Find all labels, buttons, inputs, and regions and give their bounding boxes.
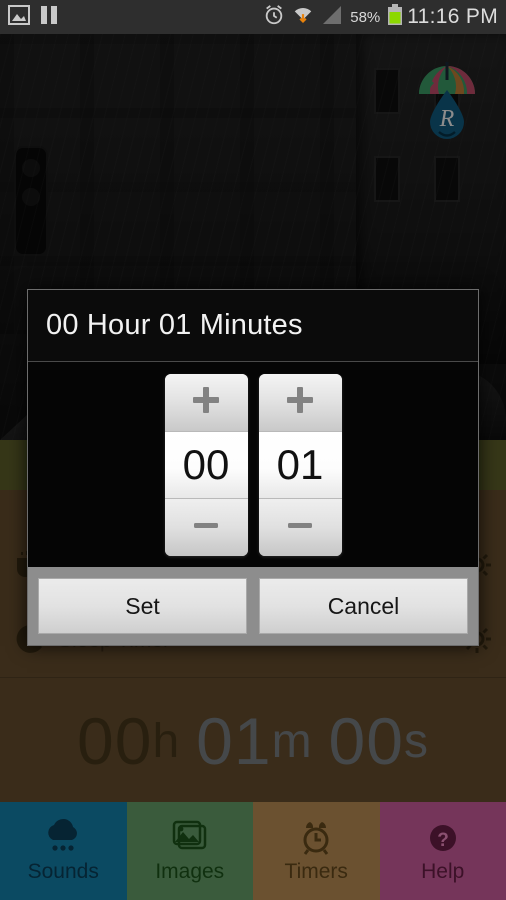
rain-cloud-icon bbox=[42, 818, 84, 856]
time-picker-dialog: 00 Hour 01 Minutes 00 01 Set Cancel bbox=[27, 289, 479, 646]
status-bar-right-icons: 58% bbox=[263, 3, 403, 31]
alarm-clock-icon bbox=[295, 818, 337, 856]
wifi-download-icon bbox=[292, 4, 314, 31]
question-circle-icon: ? bbox=[422, 818, 464, 856]
cancel-button[interactable]: Cancel bbox=[259, 578, 468, 634]
alarm-clock-icon bbox=[263, 4, 285, 31]
nav-label-images: Images bbox=[155, 860, 225, 883]
status-bar: 58% 11:16 PM bbox=[0, 0, 506, 34]
minutes-picker: 01 bbox=[258, 373, 342, 556]
minutes-value[interactable]: 01 bbox=[258, 431, 342, 498]
hours-decrement-button[interactable] bbox=[164, 497, 248, 556]
nav-item-sounds[interactable]: Sounds bbox=[0, 802, 127, 900]
nav-label-timers: Timers bbox=[284, 860, 348, 883]
minus-icon bbox=[189, 508, 223, 547]
app-screen: 58% 11:16 PM R 00 h 01 m 00 s 00 Hour 01… bbox=[0, 0, 506, 900]
nav-label-sounds: Sounds bbox=[27, 860, 99, 883]
svg-text:?: ? bbox=[437, 830, 449, 851]
dialog-button-bar: Set Cancel bbox=[28, 567, 478, 645]
minutes-increment-button[interactable] bbox=[258, 373, 342, 432]
plus-icon bbox=[189, 383, 223, 422]
battery-icon bbox=[387, 3, 403, 31]
hours-value[interactable]: 00 bbox=[164, 431, 248, 498]
dialog-title: 00 Hour 01 Minutes bbox=[28, 290, 478, 362]
battery-percent-label: 58% bbox=[350, 8, 381, 26]
status-bar-left-icons bbox=[8, 4, 58, 30]
nav-item-images[interactable]: Images bbox=[126, 802, 253, 900]
signal-bars-icon bbox=[321, 5, 343, 30]
plus-icon bbox=[283, 383, 317, 422]
minutes-decrement-button[interactable] bbox=[258, 497, 342, 556]
hours-increment-button[interactable] bbox=[164, 373, 248, 432]
pause-icon bbox=[40, 5, 58, 30]
image-icon bbox=[8, 4, 30, 30]
status-bar-clock: 11:16 PM bbox=[407, 5, 498, 28]
nav-item-help[interactable]: ? Help bbox=[379, 802, 506, 900]
nav-item-timers[interactable]: Timers bbox=[253, 802, 380, 900]
nav-label-help: Help bbox=[421, 860, 465, 883]
hours-picker: 00 bbox=[164, 373, 248, 556]
bottom-navigation: Sounds Images Timers ? Help bbox=[0, 802, 506, 900]
photos-icon bbox=[169, 818, 211, 856]
dialog-body: 00 01 bbox=[28, 362, 478, 567]
set-button[interactable]: Set bbox=[38, 578, 247, 634]
minus-icon bbox=[283, 508, 317, 547]
